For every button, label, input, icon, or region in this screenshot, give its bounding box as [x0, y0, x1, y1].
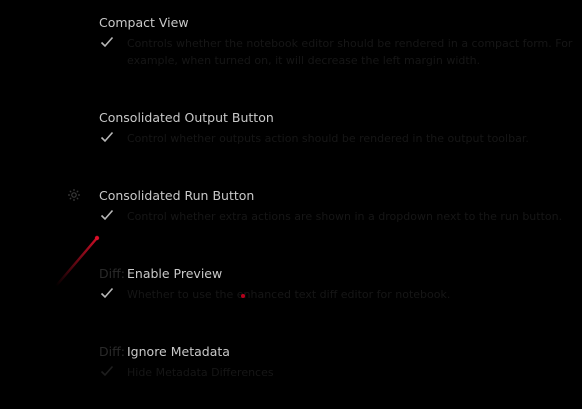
settings-panel: Compact View Controls whether the notebo…: [0, 0, 582, 409]
check-icon: [100, 365, 114, 377]
setting-description: Whether to use the enhanced text diff ed…: [127, 288, 451, 301]
setting-title: Ignore Metadata: [127, 344, 230, 359]
setting-prefix: Diff:: [99, 344, 125, 359]
setting-description: Hide Metadata Differences: [127, 366, 274, 379]
setting-title: Consolidated Output Button: [99, 110, 274, 125]
setting-checkbox-consolidated-run-button[interactable]: [100, 209, 114, 221]
check-icon: [100, 131, 114, 143]
check-icon: [100, 36, 114, 48]
setting-title: Consolidated Run Button: [99, 188, 255, 203]
setting-checkbox-compact-view[interactable]: [100, 36, 114, 48]
check-icon: [100, 287, 114, 299]
setting-checkbox-consolidated-output-button[interactable]: [100, 131, 114, 143]
setting-prefix: Diff:: [99, 266, 125, 281]
gear-icon[interactable]: [67, 187, 81, 201]
check-icon: [100, 209, 114, 221]
setting-description: Control whether extra actions are shown …: [127, 210, 563, 223]
setting-description: Control whether outputs action should be…: [127, 132, 529, 145]
gear-icon-graphic: [68, 189, 80, 201]
setting-description: Controls whether the notebook editor sho…: [127, 37, 573, 67]
setting-title: Enable Preview: [127, 266, 223, 281]
setting-title: Compact View: [99, 15, 189, 30]
setting-checkbox-diff-ignore-metadata[interactable]: [100, 365, 114, 377]
setting-checkbox-diff-enable-preview[interactable]: [100, 287, 114, 299]
